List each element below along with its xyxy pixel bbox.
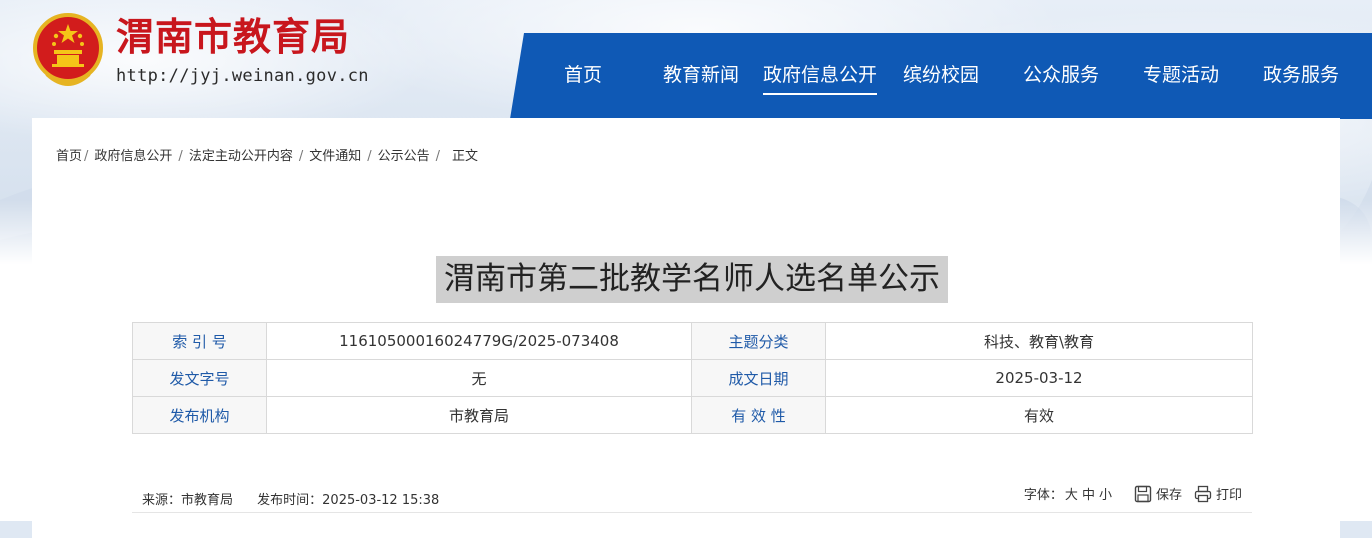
index-label: 索 引 号 bbox=[132, 322, 267, 360]
breadcrumb-file-notice[interactable]: 文件通知 bbox=[309, 149, 361, 164]
font-size-medium[interactable]: 中 bbox=[1082, 488, 1095, 503]
table-row: 发布机构 市教育局 有 效 性 有效 bbox=[132, 396, 1253, 434]
document-title: 渭南市第二批教学名师人选名单公示 bbox=[436, 256, 948, 303]
site-title[interactable]: 渭南市教育局 bbox=[116, 14, 350, 60]
nav-item-special-events[interactable]: 专题活动 bbox=[1143, 63, 1219, 87]
site-url[interactable]: http://jyj.weinan.gov.cn bbox=[116, 66, 369, 86]
source-text: 来源：市教育局 bbox=[142, 493, 234, 508]
breadcrumb-home[interactable]: 首页 bbox=[56, 149, 82, 164]
category-value: 科技、教育\教育 bbox=[825, 322, 1253, 360]
nav-item-home[interactable]: 首页 bbox=[564, 63, 602, 87]
nav-item-public-service[interactable]: 公众服务 bbox=[1023, 63, 1099, 87]
date-value: 2025-03-12 bbox=[825, 359, 1253, 397]
main-nav: 首页 教育新闻 政府信息公开 缤纷校园 公众服务 专题活动 政务服务 bbox=[510, 33, 1372, 119]
nav-item-education-news[interactable]: 教育新闻 bbox=[663, 63, 739, 87]
breadcrumb-statutory-content[interactable]: 法定主动公开内容 bbox=[189, 149, 293, 164]
date-label: 成文日期 bbox=[691, 359, 826, 397]
table-row: 索 引 号 11610500016024779G/2025-073408 主题分… bbox=[132, 322, 1253, 360]
printer-icon bbox=[1194, 485, 1212, 502]
doc-number-value: 无 bbox=[266, 359, 692, 397]
font-size-switcher: 字体：大中小 bbox=[1024, 484, 1114, 503]
nav-item-gov-info[interactable]: 政府信息公开 bbox=[763, 63, 878, 95]
print-label: 打印 bbox=[1215, 488, 1242, 503]
save-icon bbox=[1134, 485, 1152, 502]
breadcrumb-announcement[interactable]: 公示公告 bbox=[378, 149, 430, 164]
save-button[interactable]: 保存 bbox=[1134, 484, 1182, 503]
index-value: 11610500016024779G/2025-073408 bbox=[266, 322, 692, 360]
table-row: 发文字号 无 成文日期 2025-03-12 bbox=[132, 359, 1253, 397]
font-size-label: 字体： bbox=[1023, 488, 1063, 503]
agency-label: 发布机构 bbox=[132, 396, 267, 434]
nav-item-gov-service[interactable]: 政务服务 bbox=[1263, 63, 1339, 87]
breadcrumb: 首页 / 政府信息公开 / 法定主动公开内容 / 文件通知 / 公示公告 / 正文 bbox=[56, 149, 479, 164]
font-size-large[interactable]: 大 bbox=[1065, 488, 1078, 503]
article-info-bar: 来源：市教育局 发布时间：2025-03-12 15:38 字体：大中小 保存 … bbox=[132, 480, 1252, 513]
validity-value: 有效 bbox=[825, 396, 1253, 434]
agency-value: 市教育局 bbox=[266, 396, 692, 434]
document-meta-table: 索 引 号 11610500016024779G/2025-073408 主题分… bbox=[132, 322, 1253, 434]
font-size-small[interactable]: 小 bbox=[1099, 488, 1112, 503]
doc-number-label: 发文字号 bbox=[132, 359, 267, 397]
category-label: 主题分类 bbox=[691, 322, 826, 360]
breadcrumb-gov-info[interactable]: 政府信息公开 bbox=[94, 149, 172, 164]
nav-item-campus[interactable]: 缤纷校园 bbox=[903, 63, 979, 87]
print-button[interactable]: 打印 bbox=[1194, 484, 1242, 503]
breadcrumb-current: 正文 bbox=[452, 149, 479, 164]
validity-label: 有 效 性 bbox=[691, 396, 826, 434]
national-emblem-icon bbox=[32, 12, 104, 90]
publish-time: 发布时间：2025-03-12 15:38 bbox=[257, 493, 440, 508]
save-label: 保存 bbox=[1155, 488, 1182, 503]
